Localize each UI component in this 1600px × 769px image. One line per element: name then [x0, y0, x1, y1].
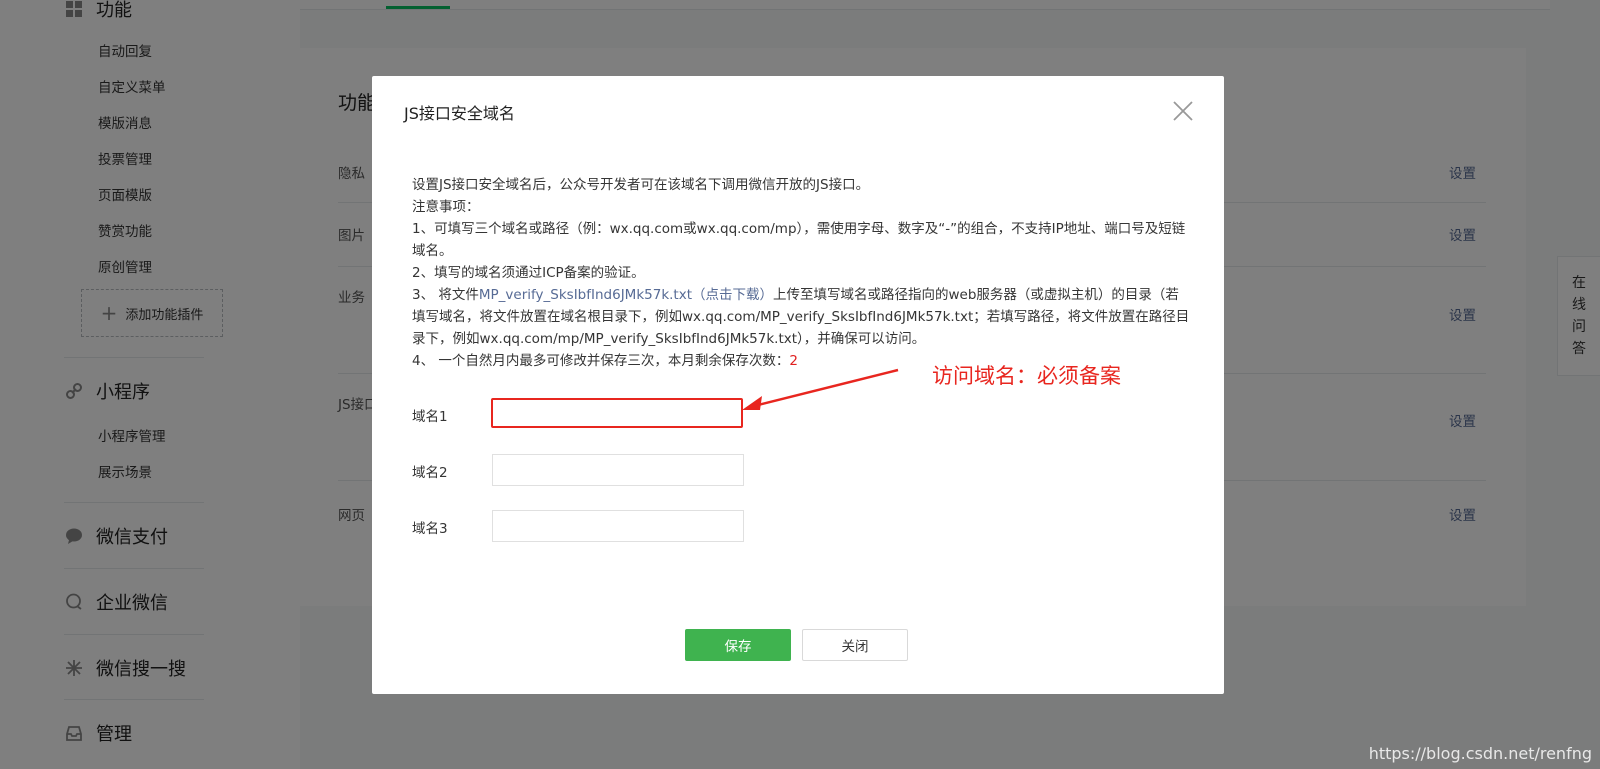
domain3-label: 域名3 [412, 521, 448, 537]
close-button[interactable]: 关闭 [802, 629, 908, 661]
note-3-prefix: 3、 将文件 [412, 287, 479, 303]
note-4-prefix: 4、 一个自然月内最多可修改并保存三次，本月剩余保存次数： [412, 353, 790, 369]
download-link[interactable]: （点击下载） [692, 287, 773, 303]
note-2: 2、填写的域名须通过ICP备案的验证。 [412, 265, 645, 281]
note-3: 3、 将文件MP_verify_SksIbfInd6JMk57k.txt（点击下… [412, 284, 1192, 350]
watermark: https://blog.csdn.net/renfng [1368, 744, 1592, 763]
annotation-text: 访问域名：必须备案 [932, 364, 1121, 388]
close-icon[interactable] [1170, 98, 1196, 124]
domain3-input[interactable] [492, 510, 744, 542]
dialog-description: 设置JS接口安全域名后，公众号开发者可在该域名下调用微信开放的JS接口。 注意事… [412, 174, 1192, 372]
domain2-input[interactable] [492, 454, 744, 486]
save-button[interactable]: 保存 [685, 629, 791, 661]
notes-heading: 注意事项： [412, 199, 480, 215]
intro-text: 设置JS接口安全域名后，公众号开发者可在该域名下调用微信开放的JS接口。 [412, 177, 870, 193]
dialog-title: JS接口安全域名 [404, 104, 515, 123]
domain2-label: 域名2 [412, 465, 448, 481]
note-1: 1、可填写三个域名或路径（例：wx.qq.com或wx.qq.com/mp），需… [412, 221, 1186, 259]
domain1-label: 域名1 [412, 409, 448, 425]
verify-file-link[interactable]: MP_verify_SksIbfInd6JMk57k.txt [479, 287, 692, 303]
domain1-input[interactable] [491, 398, 743, 428]
annotation-arrow-icon [742, 368, 899, 410]
